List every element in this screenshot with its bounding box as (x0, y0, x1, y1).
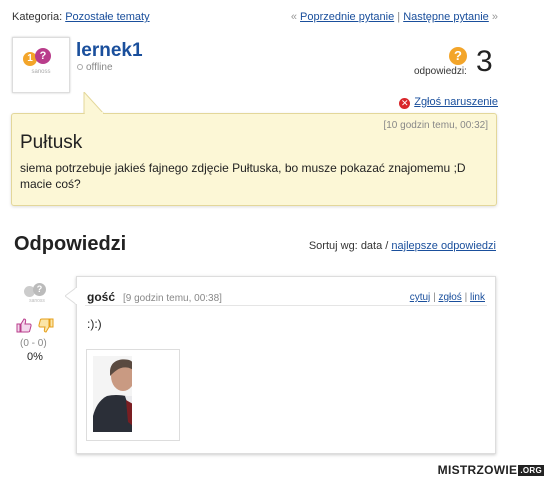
question-body: siema potrzebuje jakieś fajnego zdjęcie … (20, 161, 466, 191)
answer-avatar-text: sanoss (29, 298, 45, 304)
avatar-logo-icon: 1 ? sanoss (21, 48, 61, 82)
question-pager: « Poprzednie pytanie | Następne pytanie … (291, 11, 498, 23)
thumbs-down-icon[interactable] (38, 318, 54, 333)
status-dot-icon (77, 64, 83, 71)
answers-heading: Odpowiedzi (14, 233, 127, 255)
category-label: Kategoria: (12, 11, 63, 23)
action-separator: | (433, 292, 436, 303)
answer-image[interactable] (86, 349, 180, 441)
sort-separator: / (385, 240, 389, 252)
report-answer-link[interactable]: zgłoś (438, 292, 461, 303)
vote-percent: 0% (27, 351, 43, 363)
user-status: offline (77, 62, 113, 73)
answer-card: gość [9 godzin temu, 00:38] cytuj | zgło… (65, 276, 496, 454)
pager-separator: | (397, 11, 401, 23)
sort-options: Sortuj wg: data / najlepsze odpowiedzi (309, 240, 496, 252)
thumbs-up-icon[interactable] (16, 318, 32, 333)
portrait-photo (93, 356, 133, 432)
top-navigation: Kategoria: Pozostałe tematy « Poprzednie… (12, 11, 498, 25)
answers-count: 3 (476, 45, 493, 78)
answer-time: [9 godzin temu, 00:38] (123, 293, 222, 304)
question-title: Pułtusk (20, 132, 83, 153)
sort-best-link[interactable]: najlepsze odpowiedzi (391, 240, 496, 252)
answer-actions: cytuj | zgłoś | link (410, 292, 485, 303)
user-status-text: offline (86, 62, 113, 73)
speech-tail-icon (83, 92, 105, 114)
prev-question-link[interactable]: Poprzednie pytanie (300, 11, 394, 23)
watermark-tld: .ORG (518, 465, 544, 476)
prev-arrow-icon: « (290, 11, 297, 23)
site-watermark: MISTRZOWIE .ORG (438, 463, 544, 477)
permalink-link[interactable]: link (470, 292, 485, 303)
answer-tail-icon (65, 287, 77, 305)
report-link[interactable]: Zgłoś naruszenie (414, 96, 498, 108)
answer-divider (85, 305, 487, 306)
answers-count-label: odpowiedzi: (414, 66, 467, 77)
vote-score: (0 - 0) (20, 338, 47, 349)
user-avatar[interactable]: 1 ? sanoss (12, 37, 70, 93)
answer-avatar: ? sanoss (22, 282, 52, 310)
question-mark-icon: ? (449, 47, 467, 65)
category-breadcrumb: Kategoria: Pozostałe tematy (12, 11, 150, 23)
username[interactable]: lernek1 (76, 40, 143, 62)
answer-author: gość (87, 290, 116, 304)
avatar-logo-text: sanoss (31, 69, 51, 75)
next-arrow-icon: » (491, 11, 498, 23)
sort-current: data (360, 240, 383, 252)
sort-label: Sortuj wg: (308, 240, 358, 252)
watermark-brand: MISTRZOWIE (437, 463, 518, 477)
action-separator: | (464, 292, 468, 303)
answer-text: :):) (87, 317, 102, 331)
question-time: [10 godzin temu, 00:32] (383, 120, 488, 131)
quote-link[interactable]: cytuj (410, 292, 431, 303)
report-violation[interactable]: ✕ Zgłoś naruszenie (399, 96, 498, 109)
report-icon: ✕ (399, 98, 411, 109)
question-bubble: [10 godzin temu, 00:32] Pułtusk siema po… (11, 92, 497, 206)
next-question-link[interactable]: Następne pytanie (403, 11, 489, 23)
category-link[interactable]: Pozostałe tematy (65, 11, 149, 23)
